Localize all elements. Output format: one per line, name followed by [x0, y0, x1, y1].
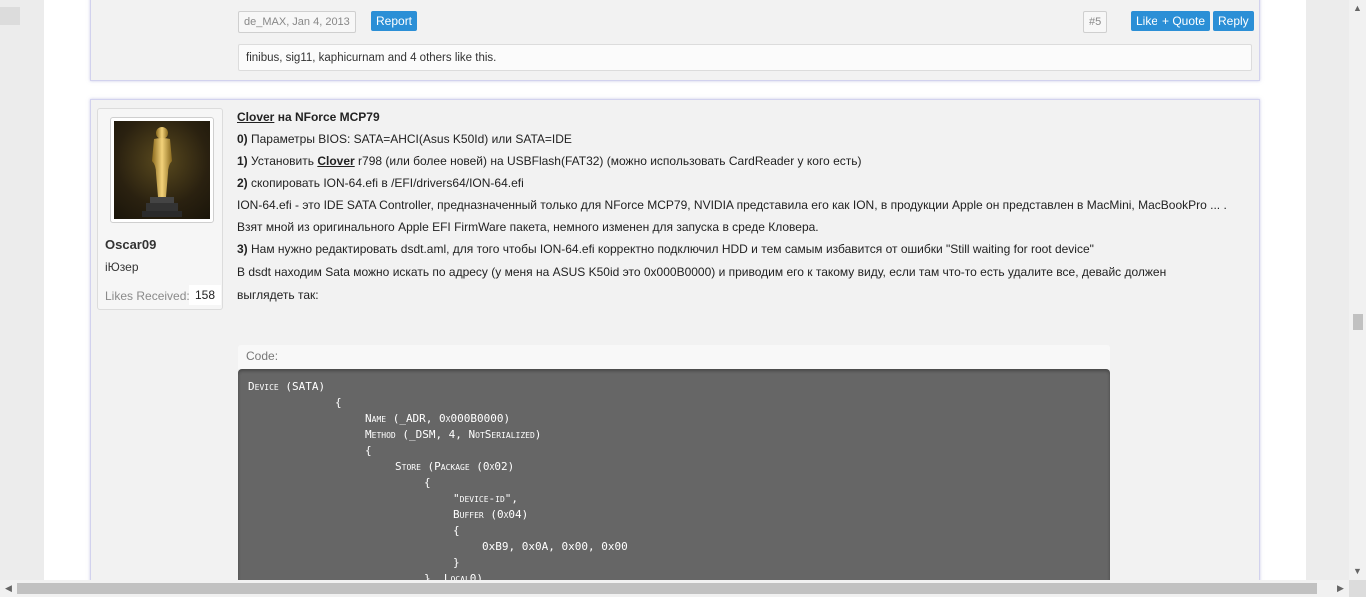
scrollbar-corner [1349, 580, 1366, 597]
corner-tab [0, 7, 20, 25]
quote-button[interactable]: + Quote [1157, 11, 1211, 31]
step-number: 0) [237, 132, 248, 146]
code-line: { [424, 476, 431, 489]
username[interactable]: Oscar09 [105, 237, 156, 252]
scroll-up-icon[interactable]: ▲ [1349, 0, 1366, 17]
code-line: Buffer (0x04) [453, 508, 529, 521]
message-line: В dsdt находим Sata можно искать по адре… [237, 265, 1167, 279]
avatar-frame[interactable] [110, 117, 214, 223]
message-title: Clover на NForce MCP79 [237, 110, 380, 124]
oscar-statue-icon [142, 127, 182, 217]
code-line: Method (_DSM, 4, NotSerialized) [365, 428, 542, 441]
step-number: 1) [237, 154, 248, 168]
code-line: "device-id", [453, 492, 519, 505]
message-line: 2) скопировать ION-64.efi в /EFI/drivers… [237, 176, 524, 190]
scroll-right-icon[interactable]: ▶ [1332, 580, 1349, 597]
post-author-date[interactable]: de_MAX, Jan 4, 2013 [238, 11, 356, 33]
code-line: } [453, 556, 460, 569]
likes-received-label: Likes Received: [105, 289, 190, 303]
avatar[interactable] [114, 121, 210, 219]
message-line: 1) Установить Clover r798 (или более нов… [237, 154, 861, 168]
horizontal-scrollbar[interactable]: ◀ ▶ [0, 580, 1349, 597]
code-line: 0xB9, 0x0A, 0x00, 0x00 [482, 540, 628, 553]
likes-summary: finibus, sig11, kaphicurnam and 4 others… [238, 44, 1252, 71]
step-number: 2) [237, 176, 248, 190]
code-line: Device (SATA) [248, 380, 326, 393]
code-line: { [335, 396, 342, 409]
code-line: Name (_ADR, 0x000B0000) [365, 412, 511, 425]
code-line: { [365, 444, 372, 457]
previous-post: de_MAX, Jan 4, 2013 Report #5 Like + Quo… [90, 0, 1260, 81]
message-text: скопировать ION-64.efi в /EFI/drivers64/… [247, 176, 524, 190]
step-number: 3) [237, 242, 248, 256]
user-title: iЮзер [105, 260, 139, 274]
message-post: Oscar09 iЮзер Likes Received: 158 Clover… [90, 99, 1260, 582]
horizontal-scroll-thumb[interactable] [17, 583, 1317, 594]
message-text: Параметры BIOS: SATA=AHCI(Asus K50Id) ил… [247, 132, 572, 146]
message-text: Нам нужно редактировать dsdt.aml, для то… [247, 242, 1094, 256]
scroll-left-icon[interactable]: ◀ [0, 580, 17, 597]
code-line: { [453, 524, 460, 537]
user-card: Oscar09 iЮзер Likes Received: 158 [97, 108, 223, 310]
message-title-text: на NForce MCP79 [274, 110, 380, 124]
code-block[interactable]: Device (SATA) { Name (_ADR, 0x000B0000) … [238, 369, 1110, 582]
code-line: Store (Package (0x02) [395, 460, 515, 473]
clover-link[interactable]: Clover [237, 110, 274, 124]
report-button[interactable]: Report [371, 11, 418, 31]
clover-link[interactable]: Clover [317, 154, 354, 168]
message-line: 3) Нам нужно редактировать dsdt.aml, для… [237, 242, 1094, 256]
scroll-down-icon[interactable]: ▼ [1349, 563, 1366, 580]
post-permalink[interactable]: #5 [1083, 11, 1108, 33]
message-line: Взят мной из оригинального Apple EFI Fir… [237, 220, 819, 234]
message-line: 0) Параметры BIOS: SATA=AHCI(Asus K50Id)… [237, 132, 572, 146]
vertical-scroll-thumb[interactable] [1353, 314, 1363, 330]
message-line: ION-64.efi - это IDE SATA Controller, пр… [237, 198, 1227, 212]
page: de_MAX, Jan 4, 2013 Report #5 Like + Quo… [44, 0, 1306, 582]
likes-received-count: 158 [189, 285, 222, 305]
reply-button[interactable]: Reply [1213, 11, 1254, 31]
message-line: выглядеть так: [237, 288, 319, 302]
message-text: Установить [247, 154, 318, 168]
code-header: Code: [238, 345, 1110, 369]
message-text: r798 (или более новей) на USBFlash(FAT32… [354, 154, 862, 168]
vertical-scrollbar[interactable]: ▲ ▼ [1349, 0, 1366, 580]
